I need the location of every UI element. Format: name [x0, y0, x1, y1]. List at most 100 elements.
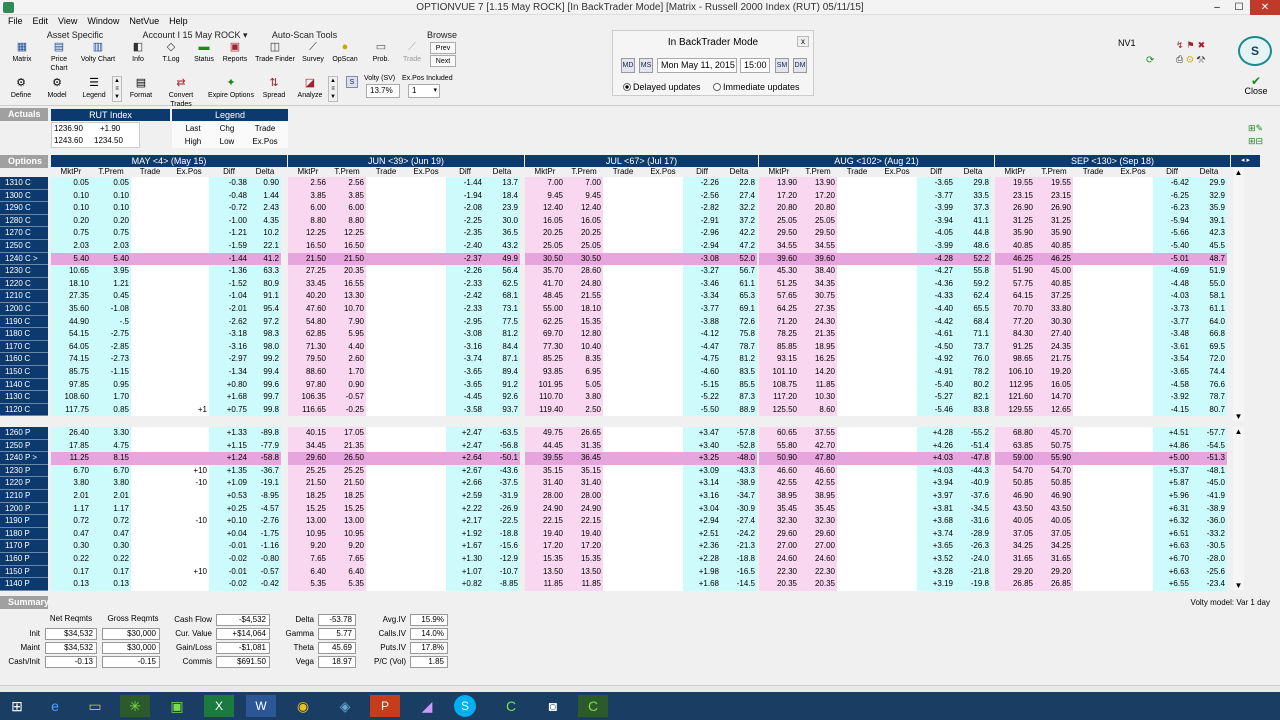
cell-expos[interactable] [406, 502, 446, 516]
cell-trade[interactable] [603, 366, 643, 379]
survey-button[interactable]: ⟋ Survey [299, 41, 327, 64]
cell-trade[interactable] [603, 252, 643, 266]
cell-expos[interactable] [1113, 391, 1153, 404]
cell-trade[interactable] [837, 515, 877, 528]
cell-trade[interactable] [366, 565, 406, 579]
calls-scrollbar[interactable]: ▲ ▼ [1233, 168, 1244, 421]
strike-label[interactable]: 1170 P [0, 540, 48, 553]
table-row[interactable]: 1190 P 0.72 0.72 -10 +0.10 -2.76 13.00 13.00 +2.… [0, 515, 1230, 528]
cell-expos[interactable] [877, 227, 917, 240]
cell-trade[interactable] [366, 315, 406, 329]
tools-icon[interactable]: ⚒ [1196, 54, 1208, 64]
month-scroll-arrows[interactable]: ◂ ▸ [1231, 155, 1260, 167]
cell-trade[interactable] [837, 214, 877, 228]
cell-trade[interactable] [131, 378, 169, 392]
cell-expos[interactable] [406, 452, 446, 465]
model-button[interactable]: ⚙ Model [42, 77, 72, 100]
cell-trade[interactable] [1073, 452, 1113, 465]
cell-expos[interactable] [169, 177, 209, 190]
cell-trade[interactable] [1073, 189, 1113, 203]
cell-expos[interactable] [1113, 578, 1153, 591]
opscan-button[interactable]: ● OpScan [331, 41, 359, 64]
powerpoint-icon[interactable]: P [370, 695, 400, 717]
cell-expos[interactable] [643, 353, 683, 366]
cell-trade[interactable] [131, 177, 169, 190]
cell-trade[interactable] [131, 403, 169, 417]
cell-expos[interactable] [643, 452, 683, 465]
trade-button[interactable]: ⟋ Trade [398, 41, 426, 64]
cell-expos[interactable]: -10 [169, 515, 209, 528]
cell-trade[interactable] [603, 565, 643, 579]
close-window-button[interactable]: ✕ [1250, 0, 1280, 15]
cell-trade[interactable] [131, 540, 169, 553]
cell-expos[interactable] [877, 252, 917, 266]
menu-file[interactable]: File [8, 15, 23, 28]
cell-expos[interactable] [643, 391, 683, 404]
cell-trade[interactable] [837, 565, 877, 579]
cell-expos[interactable] [643, 403, 683, 417]
strike-label[interactable]: 1250 P [0, 439, 48, 453]
cell-expos[interactable] [169, 527, 209, 541]
cell-trade[interactable] [1073, 328, 1113, 341]
cell-expos[interactable] [643, 303, 683, 316]
cell-expos[interactable] [643, 366, 683, 379]
cell-expos[interactable] [1113, 477, 1153, 490]
cell-trade[interactable] [837, 578, 877, 591]
cell-expos[interactable] [877, 452, 917, 465]
cell-expos[interactable] [1113, 315, 1153, 329]
cell-expos[interactable] [1113, 464, 1153, 478]
strike-label[interactable]: 1160 C [0, 353, 48, 366]
cell-expos[interactable] [169, 439, 209, 453]
cell-trade[interactable] [131, 477, 169, 490]
cell-expos[interactable] [1113, 303, 1153, 316]
strike-label[interactable]: 1170 C [0, 340, 48, 354]
strike-label[interactable]: 1310 C [0, 177, 48, 190]
cell-trade[interactable] [1073, 340, 1113, 354]
cell-trade[interactable] [131, 328, 169, 341]
cell-trade[interactable] [837, 477, 877, 490]
cell-trade[interactable] [131, 527, 169, 541]
date-field[interactable]: Mon May 11, 2015 [657, 58, 737, 73]
cell-expos[interactable] [169, 227, 209, 240]
cell-trade[interactable] [366, 553, 406, 566]
matrix-button[interactable]: ▦ Matrix [6, 41, 38, 64]
browse-prev-button[interactable]: Prev [430, 42, 456, 54]
strike-label[interactable]: 1270 C [0, 227, 48, 240]
cell-trade[interactable] [837, 340, 877, 354]
cell-expos[interactable] [406, 252, 446, 266]
cell-trade[interactable] [603, 202, 643, 215]
table-row[interactable]: 1310 C 0.05 0.05 -0.38 0.90 2.56 2.56 -1.44 13.7… [0, 177, 1230, 190]
grid-icon[interactable]: ⊞ [1248, 136, 1256, 146]
strike-label[interactable]: 1260 P [0, 427, 48, 440]
cell-trade[interactable] [603, 515, 643, 528]
cell-expos[interactable] [406, 553, 446, 566]
cell-expos[interactable] [406, 565, 446, 579]
cell-expos[interactable] [169, 502, 209, 516]
cell-trade[interactable] [1073, 578, 1113, 591]
app-star-icon[interactable]: ✳ [120, 695, 150, 717]
cell-expos[interactable] [1113, 265, 1153, 278]
cell-expos[interactable] [877, 328, 917, 341]
cell-expos[interactable] [643, 565, 683, 579]
cell-expos[interactable] [877, 464, 917, 478]
cell-trade[interactable] [131, 315, 169, 329]
strike-label[interactable]: 1210 P [0, 490, 48, 503]
cell-trade[interactable] [603, 553, 643, 566]
cell-expos[interactable] [169, 202, 209, 215]
cell-trade[interactable] [603, 502, 643, 516]
cell-expos[interactable]: +1 [169, 403, 209, 417]
skype-icon[interactable]: S [454, 695, 476, 717]
cell-trade[interactable] [366, 578, 406, 591]
cross-icon[interactable]: ✖ [1198, 40, 1209, 50]
menu-netvue[interactable]: NetVue [129, 15, 159, 28]
cell-trade[interactable] [131, 578, 169, 591]
cell-expos[interactable] [1113, 353, 1153, 366]
cell-trade[interactable] [1073, 477, 1113, 490]
strike-label[interactable]: 1220 C [0, 277, 48, 291]
cell-expos[interactable] [877, 540, 917, 553]
cell-trade[interactable] [603, 490, 643, 503]
cell-trade[interactable] [1073, 490, 1113, 503]
strike-label[interactable]: 1230 P [0, 464, 48, 478]
cell-trade[interactable] [603, 177, 643, 190]
spread-button[interactable]: ⇅ Spread [259, 77, 289, 100]
